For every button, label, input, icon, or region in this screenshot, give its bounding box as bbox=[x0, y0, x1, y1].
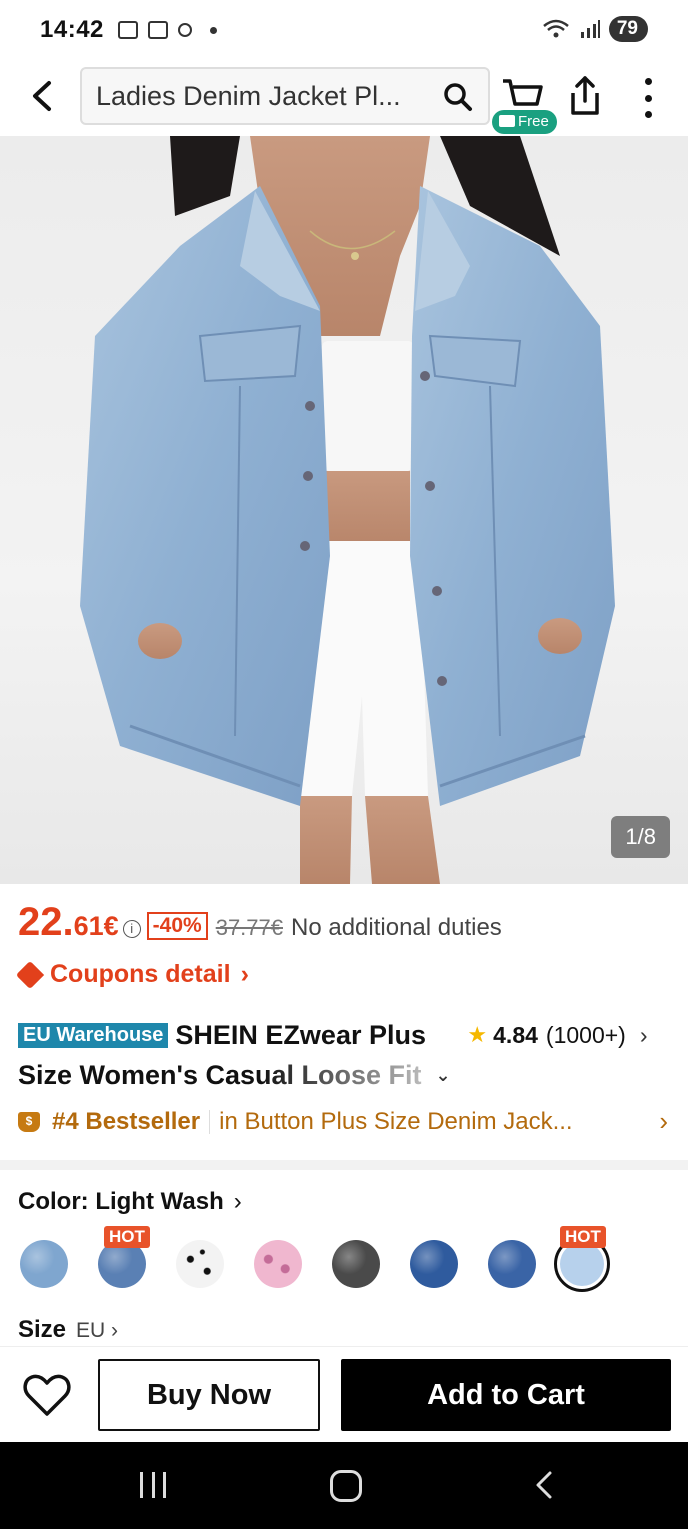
size-unit: EU › bbox=[76, 1319, 119, 1342]
add-to-cart-button[interactable]: Add to Cart bbox=[341, 1359, 671, 1431]
system-back-icon[interactable] bbox=[530, 1470, 560, 1500]
coupons-label: Coupons detail bbox=[50, 960, 231, 988]
color-swatch-pink-leopard[interactable] bbox=[254, 1240, 302, 1288]
battery-indicator: 79 bbox=[608, 16, 648, 42]
title-line-2[interactable]: Size Women's Casual Loose Fit ⌄ bbox=[18, 1060, 668, 1091]
original-price: 37.77€ bbox=[215, 915, 283, 940]
product-photo bbox=[80, 136, 615, 884]
star-icon: ★ bbox=[467, 1022, 488, 1047]
status-bar: 14:42 79 bbox=[0, 0, 688, 60]
search-query-text: Ladies Denim Jacket Pl... bbox=[96, 80, 401, 111]
free-shipping-label: Free bbox=[518, 113, 549, 130]
product-image-gallery[interactable]: 1/8 bbox=[0, 136, 688, 884]
color-swatch-medium-blue[interactable] bbox=[488, 1240, 536, 1288]
bestseller-banner[interactable]: $ #4 Bestseller in Button Plus Size Deni… bbox=[18, 1106, 668, 1137]
product-title-part-2: Size Women's Casual Loose Fit bbox=[18, 1060, 422, 1090]
discount-badge: -40% bbox=[146, 912, 208, 940]
image-counter: 1/8 bbox=[611, 816, 670, 858]
heart-icon[interactable] bbox=[22, 1371, 72, 1419]
color-selector-label[interactable]: Color: Light Wash › bbox=[18, 1188, 242, 1216]
rating-value: 4.84 bbox=[493, 1021, 538, 1048]
duties-note: No additional duties bbox=[291, 914, 502, 941]
color-swatches: HOT HOT bbox=[20, 1226, 670, 1300]
screenshot-icon bbox=[117, 21, 138, 39]
more-dot-icon bbox=[644, 94, 652, 102]
sale-price-main: 22. bbox=[18, 900, 74, 944]
title-line-1: EU Warehouse SHEIN EZwear Plus ★ 4.84 (1… bbox=[18, 1020, 668, 1050]
more-notifications-dot-icon bbox=[209, 26, 217, 34]
section-divider bbox=[0, 1160, 688, 1170]
coupons-detail-link[interactable]: Coupons detail › bbox=[15, 960, 249, 989]
back-button[interactable] bbox=[22, 76, 62, 116]
share-icon[interactable] bbox=[566, 74, 604, 118]
bottom-action-bar: Buy Now Add to Cart bbox=[0, 1346, 688, 1442]
divider bbox=[209, 1109, 211, 1134]
hot-badge: HOT bbox=[104, 1226, 150, 1248]
eu-warehouse-badge: EU Warehouse bbox=[18, 1022, 169, 1048]
color-label-text: Color: Light Wash bbox=[18, 1188, 224, 1215]
product-title-block: EU Warehouse SHEIN EZwear Plus ★ 4.84 (1… bbox=[18, 1020, 668, 1091]
status-time: 14:42 bbox=[40, 16, 104, 43]
app-notification-icon bbox=[177, 23, 192, 37]
status-right: 79 bbox=[541, 16, 648, 42]
color-swatch-black-wash[interactable] bbox=[332, 1240, 380, 1288]
hot-badge: HOT bbox=[560, 1226, 606, 1248]
top-nav: Ladies Denim Jacket Pl... Free bbox=[0, 60, 688, 136]
notification-icons bbox=[117, 21, 217, 39]
more-options-button[interactable] bbox=[634, 78, 662, 118]
search-input[interactable]: Ladies Denim Jacket Pl... bbox=[80, 67, 490, 125]
chevron-right-icon: › bbox=[240, 960, 249, 988]
color-swatch-light-wash[interactable] bbox=[20, 1240, 68, 1288]
signal-icon bbox=[580, 20, 600, 38]
calendar-icon bbox=[147, 21, 168, 39]
coupon-tag-icon bbox=[15, 960, 45, 989]
review-count: (1000+) bbox=[545, 1021, 626, 1048]
chevron-right-icon: › bbox=[233, 1188, 242, 1215]
sale-price-cents: 61€ bbox=[73, 911, 119, 941]
chevron-down-icon[interactable]: ⌄ bbox=[436, 1065, 451, 1086]
size-selector[interactable]: Size EU › bbox=[18, 1316, 118, 1344]
truck-icon bbox=[499, 115, 515, 127]
buy-now-button[interactable]: Buy Now bbox=[98, 1359, 320, 1431]
search-icon[interactable] bbox=[442, 81, 474, 113]
price-info-icon[interactable]: i bbox=[122, 919, 141, 938]
rating-summary[interactable]: ★ 4.84 (1000+) › bbox=[467, 1022, 647, 1049]
chevron-right-icon: › bbox=[659, 1106, 668, 1136]
more-dot-icon bbox=[644, 78, 652, 85]
more-dot-icon bbox=[644, 111, 652, 118]
product-title-part-1: SHEIN EZwear Plus bbox=[175, 1019, 426, 1050]
system-navigation-bar bbox=[0, 1442, 688, 1529]
home-icon[interactable] bbox=[330, 1470, 362, 1502]
color-swatch-dark-blue[interactable] bbox=[410, 1240, 458, 1288]
back-arrow-icon bbox=[33, 81, 51, 111]
chevron-right-icon: › bbox=[639, 1021, 648, 1048]
trophy-icon: $ bbox=[18, 1111, 40, 1132]
wifi-icon bbox=[543, 19, 569, 38]
price-row: 22. 61€ i -40% 37.77€ No additional duti… bbox=[18, 900, 502, 945]
free-shipping-badge: Free bbox=[492, 110, 557, 134]
color-swatch-white-black-dots[interactable] bbox=[176, 1240, 224, 1288]
bestseller-rank: #4 Bestseller bbox=[52, 1107, 201, 1135]
recent-apps-icon[interactable] bbox=[140, 1472, 166, 1498]
bestseller-category: in Button Plus Size Denim Jack... bbox=[219, 1107, 573, 1135]
size-label: Size bbox=[18, 1316, 67, 1343]
